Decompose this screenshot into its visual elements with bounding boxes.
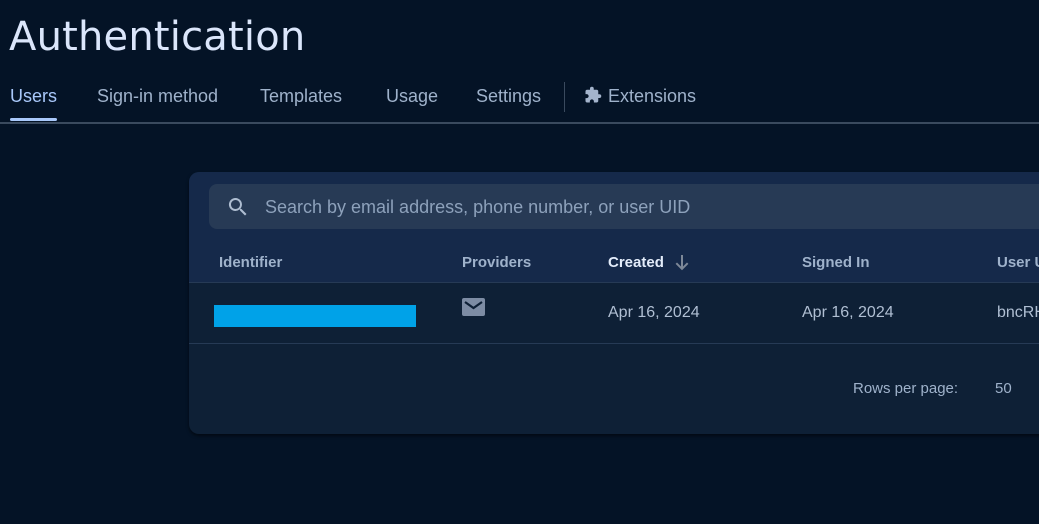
cell-created: Apr 16, 2024 — [608, 304, 700, 321]
column-header-created[interactable]: Created — [608, 254, 664, 271]
search-input[interactable] — [263, 184, 1027, 231]
users-table-card: Identifier Providers Created Signed In U… — [189, 172, 1039, 434]
column-header-signed-in[interactable]: Signed In — [802, 254, 870, 271]
tab-usage[interactable]: Usage — [386, 86, 438, 107]
column-header-providers[interactable]: Providers — [462, 254, 531, 271]
tab-settings[interactable]: Settings — [476, 86, 541, 107]
tab-sign-in-method[interactable]: Sign-in method — [97, 86, 218, 107]
cell-user-uid: bncRH — [997, 304, 1039, 321]
column-header-identifier[interactable]: Identifier — [219, 254, 282, 271]
tab-extensions-label: Extensions — [608, 86, 697, 106]
table-header-area: Identifier Providers Created Signed In U… — [189, 172, 1039, 283]
tab-templates[interactable]: Templates — [260, 86, 342, 107]
search-icon — [226, 195, 250, 224]
tab-extensions[interactable]: Extensions — [584, 86, 696, 109]
tab-divider — [564, 82, 565, 112]
puzzle-icon — [584, 86, 602, 109]
cell-signed-in: Apr 16, 2024 — [802, 304, 894, 321]
identifier-redacted — [214, 305, 416, 327]
column-header-user-uid[interactable]: User U — [997, 254, 1039, 271]
tab-users[interactable]: Users — [10, 86, 57, 107]
search-bar[interactable] — [209, 184, 1039, 231]
table-row[interactable]: Apr 16, 2024 Apr 16, 2024 bncRH — [189, 283, 1039, 344]
rows-per-page-select[interactable]: 50 — [995, 380, 1012, 397]
page-title: Authentication — [9, 14, 306, 60]
arrow-down-icon[interactable] — [674, 254, 690, 277]
rows-per-page-label: Rows per page: — [853, 380, 959, 397]
tab-bar: Users Sign-in method Templates Usage Set… — [0, 78, 1039, 124]
active-tab-indicator — [10, 118, 57, 121]
email-icon — [462, 297, 486, 322]
